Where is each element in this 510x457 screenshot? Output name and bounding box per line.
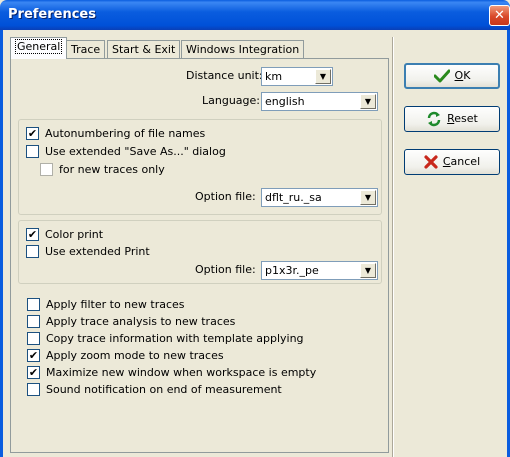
checkbox-box[interactable] — [27, 383, 40, 396]
file-options-group: ✔ Autonumbering of file names Use extend… — [18, 119, 382, 215]
tab-start-exit[interactable]: Start & Exit — [107, 40, 181, 58]
title-bar[interactable]: Preferences ✕ — [0, 0, 510, 30]
chevron-down-icon[interactable]: ▼ — [360, 94, 376, 109]
check-icon — [433, 65, 451, 87]
tab-windows-integration[interactable]: Windows Integration — [181, 40, 305, 58]
general-tab-panel: Distance unit: km ▼ Language: english ▼ … — [10, 58, 389, 453]
distance-unit-select[interactable]: km ▼ — [261, 67, 333, 86]
close-icon: ✕ — [494, 8, 505, 23]
window-title: Preferences — [8, 7, 96, 22]
tab-general[interactable]: General — [10, 37, 68, 59]
sound-notification-label: Sound notification on end of measurement — [46, 383, 282, 396]
checkbox-box[interactable] — [27, 298, 40, 311]
color-print-label: Color print — [45, 228, 104, 241]
distance-unit-value: km — [265, 70, 283, 83]
checkbox-box[interactable] — [40, 163, 53, 176]
language-label: Language: — [202, 94, 260, 107]
file-option-file-select[interactable]: dflt_ru._sa ▼ — [261, 188, 378, 207]
checkbox-box[interactable]: ✔ — [27, 366, 40, 379]
language-select[interactable]: english ▼ — [261, 92, 378, 111]
ok-hotkey: O — [454, 69, 464, 82]
print-options-group: ✔ Color print Use extended Print Option … — [18, 220, 382, 284]
language-value: english — [265, 95, 305, 108]
checkbox-box[interactable] — [26, 145, 39, 158]
x-icon — [424, 150, 438, 174]
window-border-left — [0, 30, 3, 457]
tab-general-label: General — [15, 39, 63, 54]
ok-button[interactable]: OK — [404, 63, 500, 89]
print-option-file-select[interactable]: p1x3r._pe ▼ — [261, 261, 378, 280]
ok-label-rest: K — [463, 69, 471, 82]
new-traces-only-label: for new traces only — [59, 163, 165, 176]
vertical-separator — [392, 37, 394, 457]
apply-zoom-mode-label: Apply zoom mode to new traces — [46, 349, 224, 362]
reset-label-rest: eset — [454, 112, 478, 125]
extended-print-label: Use extended Print — [45, 245, 150, 258]
print-option-file-value: p1x3r._pe — [265, 264, 319, 277]
maximize-new-window-label: Maximize new window when workspace is em… — [46, 366, 317, 379]
reset-button[interactable]: Reset — [404, 106, 500, 132]
tab-start-exit-label: Start & Exit — [112, 43, 176, 56]
checkbox-box[interactable] — [27, 315, 40, 328]
copy-trace-info-label: Copy trace information with template app… — [46, 332, 304, 345]
distance-unit-label: Distance unit: — [186, 69, 263, 82]
autonumbering-label: Autonumbering of file names — [45, 127, 206, 140]
tab-trace-label: Trace — [71, 43, 101, 56]
checkbox-box[interactable] — [26, 245, 39, 258]
chevron-down-icon[interactable]: ▼ — [315, 69, 331, 84]
tab-trace[interactable]: Trace — [66, 40, 106, 58]
print-option-file-label: Option file: — [195, 263, 256, 276]
chevron-down-icon[interactable]: ▼ — [360, 190, 376, 205]
file-option-file-value: dflt_ru._sa — [265, 191, 322, 204]
checkbox-box[interactable] — [27, 332, 40, 345]
cancel-hotkey: C — [442, 155, 451, 168]
tab-windows-integration-label: Windows Integration — [186, 43, 300, 56]
refresh-icon — [426, 107, 442, 131]
checkbox-box[interactable]: ✔ — [26, 228, 39, 241]
chevron-down-icon[interactable]: ▼ — [360, 263, 376, 278]
close-button[interactable]: ✕ — [489, 5, 510, 26]
checkbox-box[interactable]: ✔ — [26, 127, 39, 140]
file-option-file-label: Option file: — [195, 190, 256, 203]
cancel-button[interactable]: Cancel — [404, 149, 500, 175]
cancel-label-rest: ancel — [450, 155, 481, 168]
extended-save-as-label: Use extended "Save As..." dialog — [45, 145, 226, 158]
apply-filter-label: Apply filter to new traces — [46, 298, 185, 311]
checkbox-box[interactable]: ✔ — [27, 349, 40, 362]
apply-trace-analysis-label: Apply trace analysis to new traces — [46, 315, 236, 328]
